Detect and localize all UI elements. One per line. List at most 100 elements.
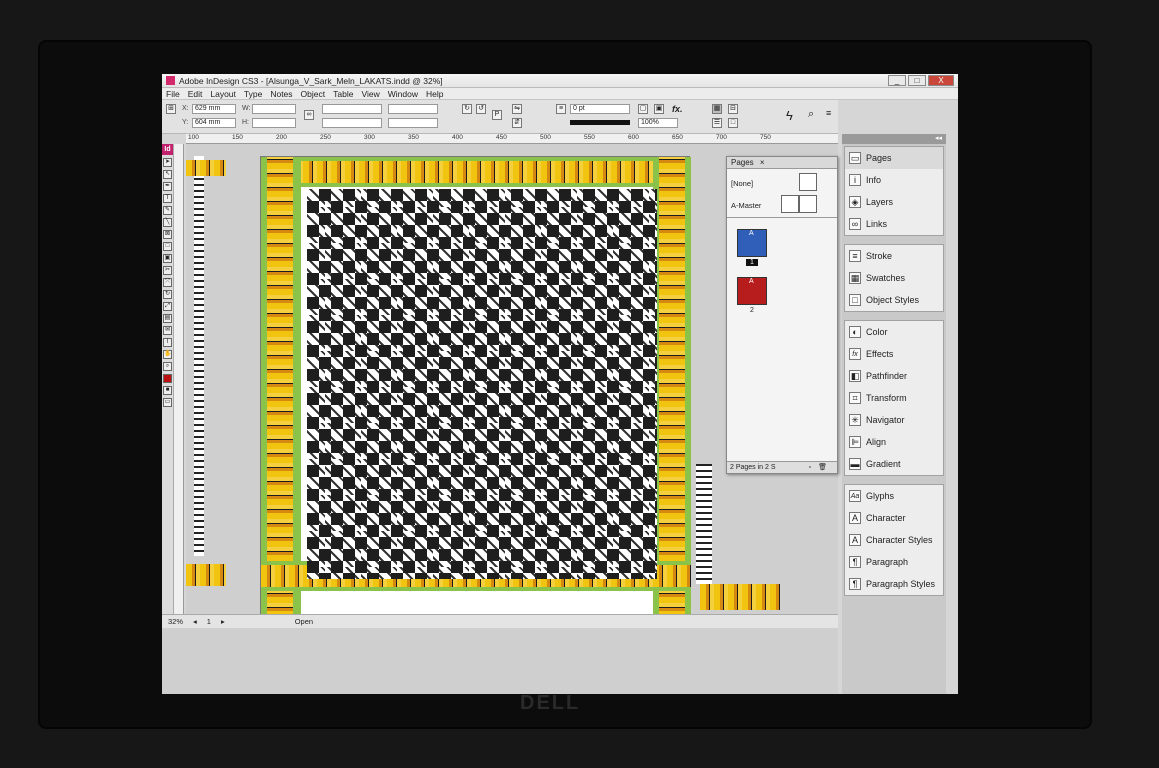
reference-point-icon[interactable]: ⊞	[166, 104, 176, 114]
menu-window[interactable]: Window	[388, 89, 418, 99]
rotate-ccw-icon[interactable]: ↺	[476, 104, 486, 114]
dock-item-color[interactable]: ◐ Color	[845, 321, 943, 343]
dock-item-swatches[interactable]: ▦ Swatches	[845, 267, 943, 289]
constrain-proportions-icon[interactable]: ∞	[304, 110, 314, 120]
dock-item-object-styles[interactable]: □ Object Styles	[845, 289, 943, 311]
dock-item-info[interactable]: i Info	[845, 169, 943, 191]
stroke-weight-field[interactable]: 0 pt	[570, 104, 630, 114]
scissors-tool-icon[interactable]: ✂	[163, 266, 172, 275]
type-tool-icon[interactable]: T	[163, 194, 172, 203]
close-button[interactable]: X	[928, 75, 954, 86]
hand-tool-icon[interactable]: ✋	[163, 350, 172, 359]
zoom-level[interactable]: 32%	[168, 617, 183, 626]
dock-item-stroke[interactable]: ≡ Stroke	[845, 245, 943, 267]
dock-item-character[interactable]: A Character	[845, 507, 943, 529]
none-master-thumb[interactable]	[799, 173, 817, 191]
button-tool-icon[interactable]: ▣	[163, 254, 172, 263]
dock-item-effects[interactable]: fx Effects	[845, 343, 943, 365]
dock-item-pathfinder[interactable]: ◧ Pathfinder	[845, 365, 943, 387]
screen-mode-icon[interactable]: ▭	[163, 398, 172, 407]
dock-item-transform[interactable]: ⌗ Transform	[845, 387, 943, 409]
dock-item-navigator[interactable]: ✳ Navigator	[845, 409, 943, 431]
gradient-tool-icon[interactable]: ▤	[163, 314, 172, 323]
a-master-right-thumb[interactable]	[799, 195, 817, 213]
menu-file[interactable]: File	[166, 89, 180, 99]
object-styles-icon[interactable]: □	[728, 118, 738, 128]
pages-panel-tab[interactable]: Pages ×	[727, 157, 837, 169]
a-master-label[interactable]: A-Master	[731, 201, 761, 210]
rotation-field[interactable]	[388, 104, 438, 114]
menu-layout[interactable]: Layout	[210, 89, 236, 99]
menu-object[interactable]: Object	[301, 89, 326, 99]
menu-type[interactable]: Type	[244, 89, 262, 99]
vertical-ruler[interactable]	[174, 144, 184, 614]
align-icon[interactable]: ⊟	[728, 104, 738, 114]
text-wrap-icon[interactable]: ☰	[712, 118, 722, 128]
frame-fitting-icon[interactable]: ▦	[712, 104, 722, 114]
scale-x-field[interactable]	[322, 104, 382, 114]
new-page-icon[interactable]: ▫	[809, 462, 811, 474]
flip-vertical-icon[interactable]: ⇵	[512, 118, 522, 128]
menu-edit[interactable]: Edit	[188, 89, 203, 99]
dock-item-paragraph-styles[interactable]: ¶ Paragraph Styles	[845, 573, 943, 595]
dock-item-gradient[interactable]: ▬ Gradient	[845, 453, 943, 475]
fx-icon[interactable]: fx.	[672, 104, 683, 114]
dock-item-character-styles[interactable]: A Character Styles	[845, 529, 943, 551]
next-page-button[interactable]: ▸	[221, 617, 225, 626]
apply-color-icon[interactable]: ■	[163, 386, 172, 395]
rectangle-tool-icon[interactable]: □	[163, 242, 172, 251]
maximize-button[interactable]: □	[908, 75, 926, 86]
menu-help[interactable]: Help	[426, 89, 443, 99]
minimize-button[interactable]: _	[888, 75, 906, 86]
dock-item-pages[interactable]: ▭ Pages	[845, 147, 943, 169]
scale-tool-icon[interactable]: ⤢	[163, 302, 172, 311]
page-1-thumb[interactable]: A	[737, 229, 767, 257]
p-icon[interactable]: P	[492, 110, 502, 120]
dock-collapse-button[interactable]: ◂◂	[842, 134, 946, 144]
note-tool-icon[interactable]: ✉	[163, 326, 172, 335]
horizontal-ruler[interactable]: 100 150 200 250 300 350 400 450 500 550 …	[186, 134, 838, 144]
prev-page-button[interactable]: ◂	[193, 617, 197, 626]
trash-icon[interactable]: 🗑	[818, 462, 827, 474]
search-icon[interactable]: ⌕	[808, 108, 814, 121]
page-number-field[interactable]: 1	[207, 617, 211, 626]
line-tool-icon[interactable]: ╲	[163, 218, 172, 227]
h-field[interactable]	[252, 118, 296, 128]
pages-panel-close-icon[interactable]: ×	[760, 158, 765, 167]
rotate-icon[interactable]: ↻	[462, 104, 472, 114]
w-field[interactable]	[252, 104, 296, 114]
x-field[interactable]: 629 mm	[192, 104, 236, 114]
zoom-tool-icon[interactable]: ⌕	[163, 362, 172, 371]
dock-item-paragraph[interactable]: ¶ Paragraph	[845, 551, 943, 573]
pencil-tool-icon[interactable]: ✎	[163, 206, 172, 215]
pen-tool-icon[interactable]: ✒	[163, 182, 172, 191]
rectangle-frame-tool-icon[interactable]: ⊠	[163, 230, 172, 239]
menu-view[interactable]: View	[361, 89, 379, 99]
none-master-label[interactable]: [None]	[731, 179, 753, 188]
page-2-thumb[interactable]: A	[737, 277, 767, 305]
selection-tool-icon[interactable]: ➤	[163, 158, 172, 167]
menu-table[interactable]: Table	[333, 89, 353, 99]
eyedropper-tool-icon[interactable]: ⌇	[163, 338, 172, 347]
dock-item-layers[interactable]: ◈ Layers	[845, 191, 943, 213]
fill-stroke-swatch-icon[interactable]	[163, 374, 172, 383]
document-page[interactable]	[260, 156, 691, 614]
dock-item-links[interactable]: ∞ Links	[845, 213, 943, 235]
panel-menu-icon[interactable]: ≡	[826, 108, 831, 118]
fill-icon[interactable]: ▢	[638, 104, 648, 114]
free-transform-tool-icon[interactable]: ⤧	[163, 278, 172, 287]
flip-horizontal-icon[interactable]: ⇋	[512, 104, 522, 114]
y-field[interactable]: 604 mm	[192, 118, 236, 128]
lightning-icon[interactable]: ϟ	[786, 108, 793, 123]
stroke-icon[interactable]: ▣	[654, 104, 664, 114]
horizontal-scrollbar[interactable]	[162, 628, 838, 694]
rotate-tool-icon[interactable]: ↻	[163, 290, 172, 299]
scale-y-field[interactable]	[322, 118, 382, 128]
dock-item-align[interactable]: ⊫ Align	[845, 431, 943, 453]
opacity-zoom-field[interactable]: 100%	[638, 118, 678, 128]
stroke-type-swatch[interactable]	[570, 120, 630, 125]
a-master-left-thumb[interactable]	[781, 195, 799, 213]
direct-selection-tool-icon[interactable]: ↖	[163, 170, 172, 179]
dock-item-glyphs[interactable]: Aa Glyphs	[845, 485, 943, 507]
menu-notes[interactable]: Notes	[270, 89, 292, 99]
